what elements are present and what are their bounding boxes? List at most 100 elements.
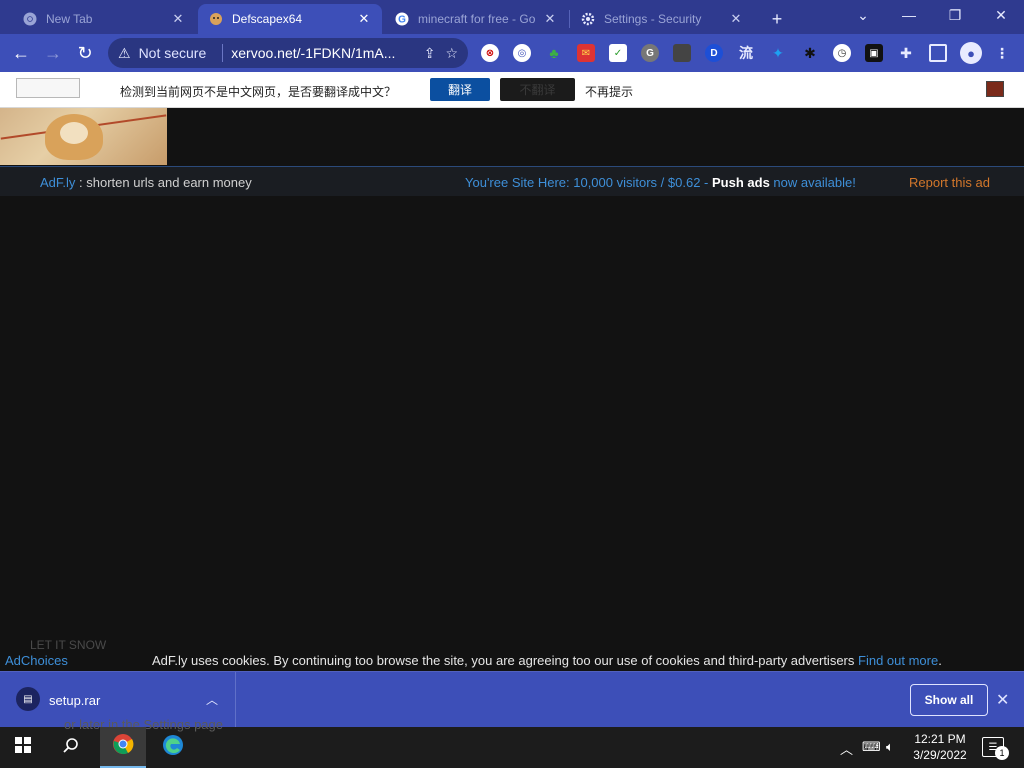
restore-icon: ❐ [948, 6, 962, 23]
chrome-icon [22, 11, 38, 27]
search-icon [63, 737, 79, 758]
bookmark-star-icon[interactable]: ☆ [445, 45, 458, 62]
extension-check-icon[interactable]: ✓ [609, 44, 627, 62]
close-icon[interactable]: ✕ [728, 11, 744, 27]
extension-blocker-icon[interactable]: ⊗ [481, 44, 499, 62]
browser-toolbar: ← → ↻ ⚠ Not secure xervoo.net/-1FDKN/1mA… [0, 34, 1024, 72]
clock-extension-icon[interactable]: ◷ [833, 44, 851, 62]
report-ad-link[interactable]: Report this ad [909, 175, 990, 190]
notification-center-icon[interactable]: ☰ 1 [982, 737, 1009, 760]
extension-bird-icon[interactable]: ✦ [769, 44, 787, 62]
start-button[interactable] [0, 727, 46, 768]
adfly-tagline: AdF.ly : shorten urls and earn money [40, 175, 252, 190]
chevron-down-icon: ⌄ [857, 6, 869, 23]
tab-search-button[interactable]: ⌄ [840, 0, 886, 30]
omnibox-divider [222, 44, 224, 62]
back-button[interactable]: ← [6, 38, 36, 68]
translate-button[interactable]: 翻译 [430, 78, 490, 101]
minimize-icon: — [902, 7, 916, 23]
restore-button[interactable]: ❐ [932, 0, 978, 30]
cookie-text: AdF.ly uses cookies. By continuing too b… [152, 653, 855, 668]
cookie-end: . [938, 653, 942, 668]
extension-circle-icon[interactable]: ◎ [513, 44, 531, 62]
clock-time: 12:21 PM [914, 732, 966, 746]
close-icon[interactable]: ✕ [996, 690, 1009, 710]
tab-title: Defscapex64 [232, 12, 303, 26]
promo-prefix: You'ree Site Here: 10,000 visitors / $0.… [465, 175, 709, 190]
close-icon[interactable]: ✕ [356, 11, 372, 27]
volume-icon[interactable]: 🔈︎ [886, 739, 894, 755]
save-extension-icon[interactable]: ▣ [865, 44, 883, 62]
close-icon: ✕ [995, 6, 1007, 23]
address-bar[interactable]: ⚠ Not secure xervoo.net/-1FDKN/1mA... ⇪ … [108, 38, 468, 68]
security-label[interactable]: Not secure [139, 45, 207, 61]
translate-bar: 检测到当前网页不是中文网页，是否要翻译成中文？ 翻译 不翻译 不再提示 [0, 72, 1024, 108]
new-tab-button[interactable]: + [762, 4, 792, 34]
chevron-up-icon[interactable]: ︿ [206, 691, 218, 708]
translate-close-icon[interactable] [986, 81, 1004, 97]
svg-text:G: G [398, 15, 406, 26]
tab-defscapex64[interactable]: Defscapex64 ✕ [198, 4, 382, 34]
profile-avatar-icon[interactable]: ● [960, 42, 982, 64]
url-text[interactable]: xervoo.net/-1FDKN/1mA... [231, 45, 413, 61]
tab-new-tab[interactable]: New Tab ✕ [12, 4, 196, 34]
archive-file-icon: ▤ [16, 687, 40, 711]
adchoices-link[interactable]: AdChoices [5, 653, 68, 668]
chrome-icon [112, 733, 134, 760]
tab-title: Settings - Security [604, 12, 702, 26]
taskbar-edge[interactable] [150, 727, 196, 768]
extension-liu-icon[interactable]: 流 [737, 44, 755, 62]
tab-settings-security[interactable]: Settings - Security ✕ [570, 4, 754, 34]
extension-d-icon[interactable]: D [705, 44, 723, 62]
doge-face [60, 122, 88, 144]
edge-icon [162, 734, 184, 761]
dont-ask-again-link[interactable]: 不再提示 [585, 83, 633, 100]
forward-button[interactable]: → [38, 38, 68, 68]
reload-button[interactable]: ↻ [70, 38, 100, 68]
windows-taskbar: or later in the Settings page ︿ ⌨ 🔈︎ 12:… [0, 717, 1024, 768]
google-icon: G [394, 11, 410, 27]
adfly-tagline-text: : shorten urls and earn money [79, 175, 252, 190]
windows-logo-icon [15, 737, 31, 758]
gear-icon [580, 11, 596, 27]
tab-strip: New Tab ✕ Defscapex64 ✕ G minecraft for … [0, 0, 1024, 34]
extension-tree-icon[interactable]: ♣ [545, 44, 563, 62]
menu-kebab-icon[interactable]: ⋮ [993, 44, 1011, 62]
find-out-more-link[interactable]: Find out more [858, 653, 938, 668]
extension-dark-square-icon[interactable] [673, 44, 691, 62]
promo-suffix: now available! [773, 175, 856, 190]
chevron-up-icon[interactable]: ︿ [840, 739, 853, 758]
plus-icon: + [771, 8, 783, 29]
arrow-right-icon: → [44, 42, 62, 63]
promo-bold: Push ads [712, 175, 770, 190]
doge-ad-banner[interactable] [0, 108, 167, 165]
minimize-button[interactable]: — [886, 0, 932, 30]
tab-separator [569, 10, 570, 28]
extension-g-icon[interactable]: G [641, 44, 659, 62]
share-icon[interactable]: ⇪ [424, 45, 436, 62]
ghost-text: LET IT SNOW [30, 638, 107, 652]
search-button[interactable] [48, 727, 94, 768]
network-icon[interactable]: ⌨ [862, 739, 881, 755]
tab-title: minecraft for free - Go [418, 12, 536, 26]
tab-title: New Tab [46, 12, 93, 26]
close-icon[interactable]: ✕ [170, 11, 186, 27]
cookie-notice: AdF.ly uses cookies. By continuing too b… [152, 653, 942, 668]
side-panel-icon[interactable] [929, 44, 947, 62]
clock[interactable]: 12:21 PM 3/29/2022 [905, 731, 975, 763]
adfly-brand-link[interactable]: AdF.ly [40, 175, 75, 190]
extension-mail-icon[interactable]: ✉ [577, 44, 595, 62]
close-window-button[interactable]: ✕ [978, 0, 1024, 30]
arrow-left-icon: ← [12, 42, 30, 63]
warning-icon: ⚠ [118, 44, 131, 61]
adfly-promo[interactable]: You'ree Site Here: 10,000 visitors / $0.… [465, 175, 856, 190]
puzzle-extensions-icon[interactable]: ✚ [897, 44, 915, 62]
bug-icon[interactable]: ✱ [801, 44, 819, 62]
page-content: AdF.ly : shorten urls and earn money You… [0, 108, 1024, 671]
no-translate-button[interactable]: 不翻译 [500, 78, 575, 101]
adfly-bar: AdF.ly : shorten urls and earn money You… [0, 166, 1024, 196]
taskbar-chrome[interactable] [100, 727, 146, 768]
close-icon[interactable]: ✕ [542, 11, 558, 27]
tab-google-search[interactable]: G minecraft for free - Go ✕ [384, 4, 568, 34]
show-all-button[interactable]: Show all [910, 684, 988, 716]
